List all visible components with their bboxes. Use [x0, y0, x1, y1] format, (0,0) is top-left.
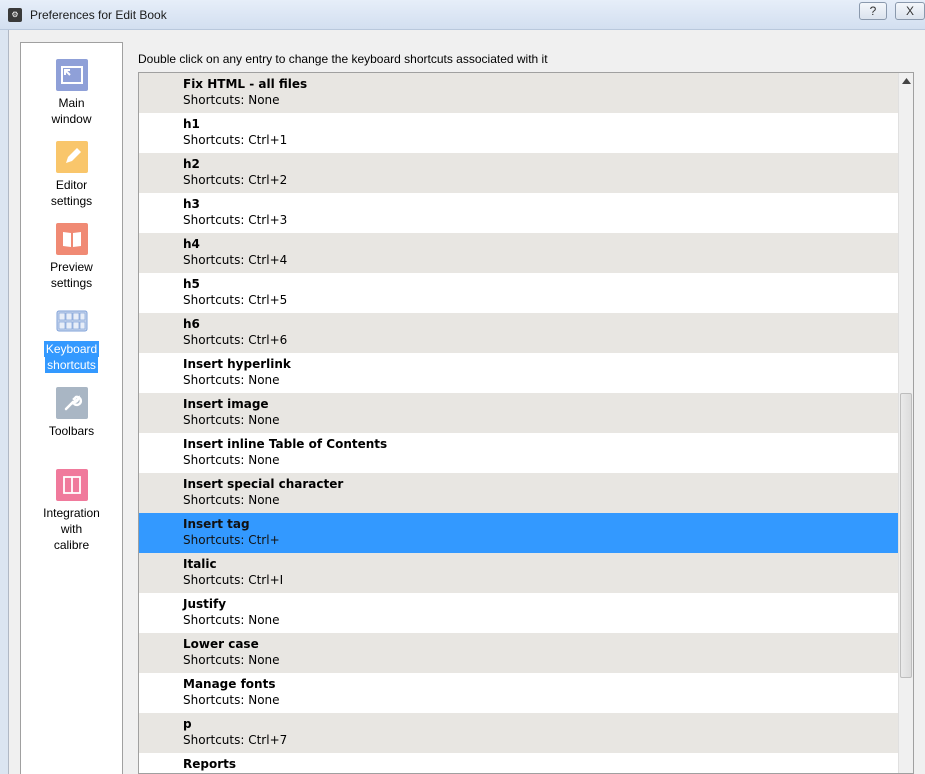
shortcut-keys: Shortcuts: None: [183, 453, 280, 467]
main-window-icon: [55, 59, 88, 91]
shortcut-name: Italic: [183, 557, 217, 571]
preferences-sidebar: Main window Editor settings Preview sett…: [20, 42, 123, 774]
list-item[interactable]: Justify Shortcuts: None: [139, 593, 899, 633]
shortcuts-list[interactable]: Fix HTML - all files Shortcuts: None h1 …: [138, 72, 914, 774]
shortcut-name: Insert image: [183, 397, 269, 411]
shortcut-keys: Shortcuts: Ctrl+I: [183, 573, 284, 587]
list-item[interactable]: Reports: [139, 753, 899, 773]
sidebar-item-label: calibre: [53, 538, 90, 552]
sidebar-item-integration[interactable]: Integration with calibre: [21, 469, 122, 553]
sidebar-item-label: settings: [50, 276, 93, 290]
shortcut-keys: Shortcuts: None: [183, 613, 280, 627]
shortcut-name: Insert tag: [183, 517, 250, 531]
shortcut-name: h3: [183, 197, 200, 211]
list-item-selected[interactable]: Insert tag Shortcuts: Ctrl+: [139, 513, 899, 553]
scrollbar-thumb[interactable]: [900, 393, 912, 678]
shortcut-keys: Shortcuts: None: [183, 93, 280, 107]
shortcut-keys: Shortcuts: Ctrl+3: [183, 213, 288, 227]
shortcut-keys: Shortcuts: Ctrl+2: [183, 173, 288, 187]
list-item[interactable]: h3 Shortcuts: Ctrl+3: [139, 193, 899, 233]
help-button[interactable]: ?: [859, 2, 887, 20]
shortcut-keys: Shortcuts: Ctrl+1: [183, 133, 288, 147]
sidebar-item-label: settings: [50, 194, 93, 208]
sidebar-item-label: shortcuts: [45, 357, 98, 373]
instructions-text: Double click on any entry to change the …: [138, 52, 548, 66]
shortcut-name: Justify: [183, 597, 227, 611]
list-item[interactable]: h6 Shortcuts: Ctrl+6: [139, 313, 899, 353]
sidebar-item-keyboard-shortcuts[interactable]: Keyboard shortcuts: [21, 305, 122, 373]
sidebar-item-label: Main: [58, 96, 85, 110]
shortcut-keys: Shortcuts: Ctrl+7: [183, 733, 288, 747]
sidebar-item-label: Integration: [43, 506, 100, 520]
window-title: Preferences for Edit Book: [30, 8, 167, 22]
integration-icon: [55, 469, 88, 501]
sidebar-item-label: Toolbars: [48, 424, 95, 438]
list-item[interactable]: h4 Shortcuts: Ctrl+4: [139, 233, 899, 273]
close-button[interactable]: X: [895, 2, 925, 20]
list-item[interactable]: Italic Shortcuts: Ctrl+I: [139, 553, 899, 593]
list-item[interactable]: h1 Shortcuts: Ctrl+1: [139, 113, 899, 153]
shortcut-name: h6: [183, 317, 200, 331]
shortcut-name: h5: [183, 277, 200, 291]
shortcut-name: Insert special character: [183, 477, 344, 491]
shortcut-keys: Shortcuts: None: [183, 373, 280, 387]
list-item[interactable]: h2 Shortcuts: Ctrl+2: [139, 153, 899, 193]
shortcut-keys: Shortcuts: Ctrl+6: [183, 333, 288, 347]
sidebar-item-label: Editor: [55, 178, 88, 192]
list-item[interactable]: Insert inline Table of Contents Shortcut…: [139, 433, 899, 473]
sidebar-item-label: Preview: [50, 260, 93, 274]
scroll-up-arrow-icon[interactable]: [899, 73, 913, 88]
shortcut-keys: Shortcuts: None: [183, 493, 280, 507]
list-item[interactable]: Manage fonts Shortcuts: None: [139, 673, 899, 713]
shortcut-name: Reports: [183, 757, 237, 771]
app-icon: ⚙: [8, 8, 22, 22]
sidebar-item-label: with: [60, 522, 83, 536]
dialog-body: Main window Editor settings Preview sett…: [8, 30, 925, 774]
list-item[interactable]: Fix HTML - all files Shortcuts: None: [139, 73, 899, 113]
list-item[interactable]: Insert hyperlink Shortcuts: None: [139, 353, 899, 393]
title-bar[interactable]: ⚙ Preferences for Edit Book ? X: [0, 0, 925, 30]
shortcut-name: Fix HTML - all files: [183, 77, 308, 91]
shortcut-name: Manage fonts: [183, 677, 276, 691]
sidebar-item-editor-settings[interactable]: Editor settings: [21, 141, 122, 209]
shortcut-name: Insert hyperlink: [183, 357, 291, 371]
shortcut-name: p: [183, 717, 192, 731]
keyboard-icon: [56, 305, 88, 337]
pencil-icon: [55, 141, 88, 173]
sidebar-item-preview-settings[interactable]: Preview settings: [21, 223, 122, 291]
list-item[interactable]: h5 Shortcuts: Ctrl+5: [139, 273, 899, 313]
shortcut-keys: Shortcuts: None: [183, 413, 280, 427]
vertical-scrollbar[interactable]: [898, 73, 913, 773]
shortcut-name: Insert inline Table of Contents: [183, 437, 388, 451]
sidebar-item-label: Keyboard: [43, 341, 100, 357]
sidebar-item-toolbars[interactable]: Toolbars: [21, 387, 122, 439]
shortcut-keys: Shortcuts: Ctrl+: [183, 533, 280, 547]
shortcut-keys: Shortcuts: Ctrl+5: [183, 293, 288, 307]
sidebar-item-label: window: [51, 112, 92, 126]
book-icon: [55, 223, 88, 255]
shortcut-keys: Shortcuts: None: [183, 653, 280, 667]
sidebar-item-main-window[interactable]: Main window: [21, 59, 122, 127]
shortcut-name: h2: [183, 157, 200, 171]
shortcut-keys: Shortcuts: Ctrl+4: [183, 253, 288, 267]
list-item[interactable]: Insert special character Shortcuts: None: [139, 473, 899, 513]
shortcut-keys: Shortcuts: None: [183, 693, 280, 707]
wrench-icon: [55, 387, 88, 419]
shortcut-name: Lower case: [183, 637, 259, 651]
list-item[interactable]: Insert image Shortcuts: None: [139, 393, 899, 433]
shortcut-name: h1: [183, 117, 200, 131]
list-item[interactable]: p Shortcuts: Ctrl+7: [139, 713, 899, 753]
list-item[interactable]: Lower case Shortcuts: None: [139, 633, 899, 673]
shortcut-name: h4: [183, 237, 200, 251]
